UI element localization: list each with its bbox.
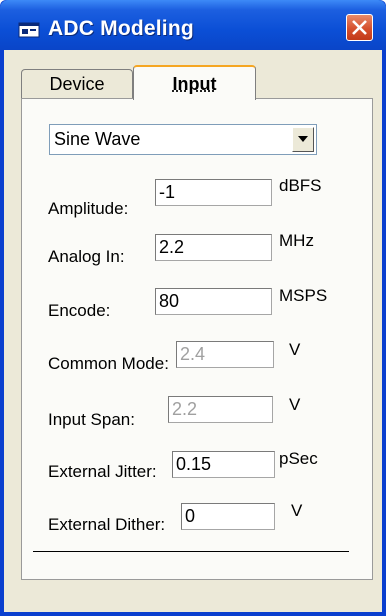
analog-in-value: 2.2	[159, 237, 185, 257]
external-dither-unit: V	[291, 501, 303, 520]
analog-in-label: Analog In:	[48, 247, 125, 266]
tab-input-label: Input	[172, 74, 217, 94]
input-span-field[interactable]: 2.2	[168, 396, 273, 423]
input-span-value: 2.2	[172, 399, 198, 419]
amplitude-value: -1	[159, 182, 176, 202]
tab-device[interactable]: Device	[21, 69, 133, 98]
tab-device-label: Device	[49, 74, 105, 94]
common-mode-value: 2.4	[180, 344, 206, 364]
external-jitter-value: 0.15	[176, 454, 212, 474]
analog-in-field[interactable]: 2.2	[155, 234, 272, 261]
window-title: ADC Modeling	[48, 17, 194, 40]
input-span-unit: V	[289, 395, 301, 414]
encode-field[interactable]: 80	[155, 288, 272, 315]
common-mode-unit: V	[289, 340, 301, 359]
dropdown-button[interactable]	[292, 127, 314, 152]
close-icon	[352, 20, 367, 35]
external-dither-field[interactable]: 0	[181, 503, 275, 530]
input-span-label: Input Span:	[48, 410, 135, 429]
external-dither-label: External Dither:	[48, 515, 166, 534]
app-icon	[18, 22, 40, 38]
common-mode-label: Common Mode:	[48, 354, 169, 373]
chevron-down-icon	[298, 136, 308, 142]
panel-separator	[33, 551, 349, 552]
amplitude-field[interactable]: -1	[155, 179, 272, 206]
encode-value: 80	[159, 291, 180, 311]
adc-modeling-window: ADC Modeling Device Input Sine Wave Ampl…	[0, 0, 386, 616]
external-dither-value: 0	[185, 506, 196, 526]
tab-input[interactable]: Input	[133, 65, 256, 100]
amplitude-label: Amplitude:	[48, 199, 129, 218]
encode-label: Encode:	[48, 301, 111, 320]
waveform-select[interactable]: Sine Wave	[49, 124, 317, 155]
amplitude-unit: dBFS	[279, 176, 322, 195]
waveform-select-value: Sine Wave	[54, 129, 141, 149]
analog-in-unit: MHz	[279, 231, 314, 250]
title-bar[interactable]: ADC Modeling	[0, 0, 386, 50]
external-jitter-field[interactable]: 0.15	[172, 451, 275, 478]
close-button[interactable]	[346, 14, 373, 41]
external-jitter-label: External Jitter:	[48, 462, 157, 481]
encode-unit: MSPS	[279, 286, 328, 305]
common-mode-field[interactable]: 2.4	[176, 341, 274, 368]
external-jitter-unit: pSec	[279, 449, 318, 468]
